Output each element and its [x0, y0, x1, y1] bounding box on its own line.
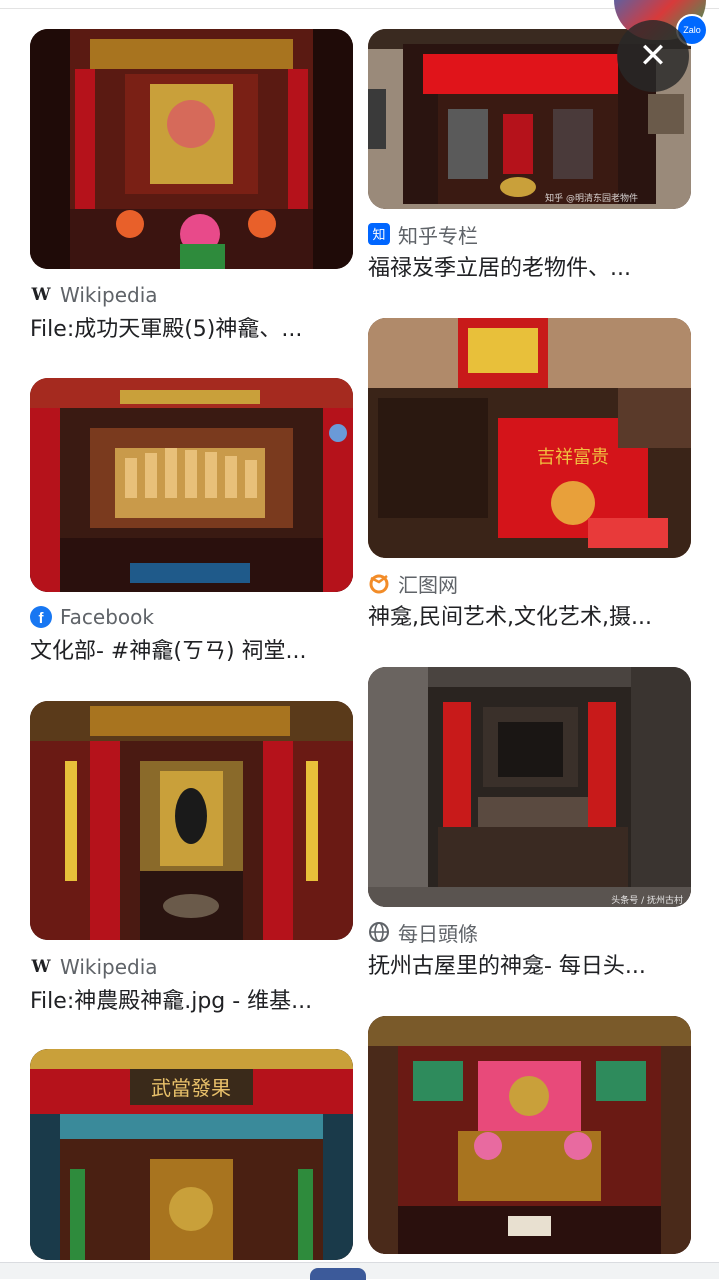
wikipedia-icon: W: [31, 957, 51, 977]
close-button[interactable]: ✕: [617, 20, 689, 92]
result-thumbnail[interactable]: [368, 1016, 691, 1254]
result-card[interactable]: W Wikipedia File:成功天軍殿(5)神龕、...: [30, 29, 353, 342]
image-sign-text: 武當發果: [151, 1076, 231, 1100]
result-source: W Wikipedia: [31, 955, 158, 979]
bottom-nav-handle[interactable]: [310, 1268, 366, 1280]
wikipedia-icon: W: [31, 285, 51, 305]
result-source: 每日頭條: [368, 919, 478, 946]
result-thumbnail[interactable]: 武當發果: [30, 1049, 353, 1260]
result-card[interactable]: 头条号 / 抚州古村 每日頭條 抚州古屋里的神龛- 每日头...: [368, 667, 691, 979]
top-divider: [0, 0, 719, 9]
result-source: 汇图网: [368, 570, 458, 597]
result-title[interactable]: File:成功天軍殿(5)神龕、...: [30, 315, 353, 345]
result-title[interactable]: 福禄岌季立居的老物件、...: [368, 254, 691, 284]
result-thumbnail[interactable]: 吉祥富贵: [368, 318, 691, 558]
result-source: W Wikipedia: [31, 283, 158, 307]
result-title[interactable]: 文化部- #神龕(ㄎㄢ) 祠堂...: [30, 637, 353, 667]
image-watermark: 知乎 @明清东园老物件: [545, 192, 638, 204]
globe-icon: [368, 921, 390, 943]
result-source: 知 知乎专栏: [368, 221, 478, 248]
result-card[interactable]: 武當發果: [30, 1049, 353, 1260]
result-title[interactable]: 神龛,民间艺术,文化艺术,摄...: [368, 603, 691, 633]
close-icon: ✕: [638, 36, 668, 76]
result-card[interactable]: 吉祥富贵 汇图网 神龛,民间艺术,文化艺术,摄...: [368, 318, 691, 630]
image-cloth-text: 吉祥富贵: [537, 447, 609, 468]
result-thumbnail[interactable]: [30, 29, 353, 269]
huitu-icon: [368, 572, 390, 594]
result-title[interactable]: 抚州古屋里的神龛- 每日头...: [368, 952, 691, 982]
result-card[interactable]: f Facebook 文化部- #神龕(ㄎㄢ) 祠堂...: [30, 378, 353, 664]
result-thumbnail[interactable]: 头条号 / 抚州古村: [368, 667, 691, 907]
result-thumbnail[interactable]: [30, 378, 353, 592]
result-title[interactable]: File:神農殿神龕.jpg - 维基...: [30, 987, 353, 1017]
result-card[interactable]: [368, 1016, 691, 1254]
zhihu-icon: 知: [368, 223, 390, 245]
result-thumbnail[interactable]: [30, 701, 353, 940]
svg-text:知: 知: [372, 227, 385, 243]
image-watermark: 头条号 / 抚州古村: [611, 894, 683, 906]
result-source: f Facebook: [30, 604, 154, 630]
facebook-icon: f: [30, 606, 52, 628]
result-card[interactable]: W Wikipedia File:神農殿神龕.jpg - 维基...: [30, 701, 353, 1014]
